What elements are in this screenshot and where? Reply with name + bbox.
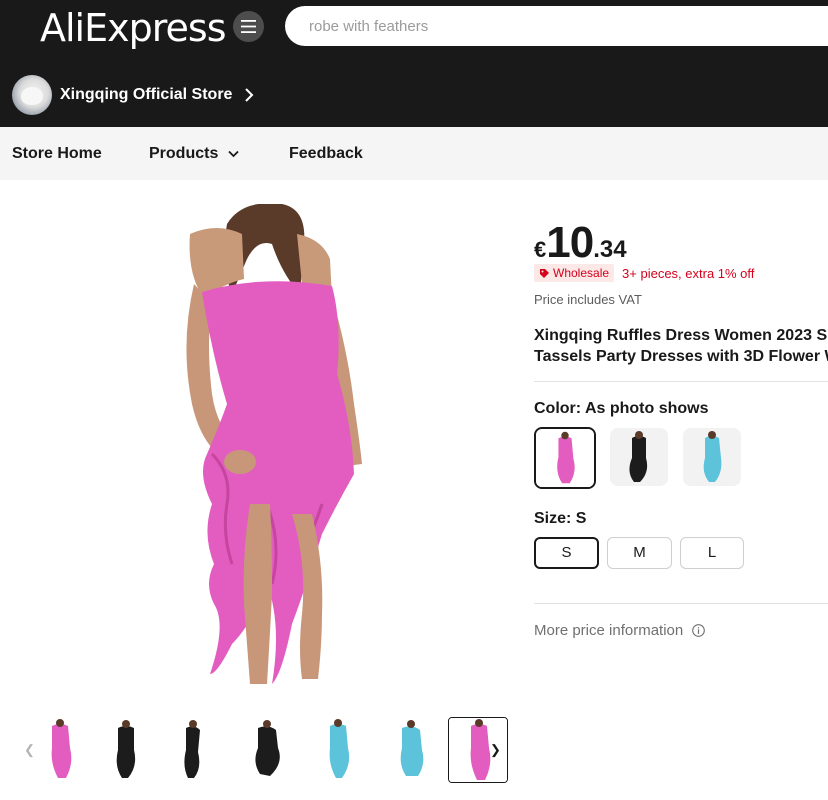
color-option-blue[interactable] (683, 428, 741, 486)
wholesale-row: Wholesale 3+ pieces, extra 1% off (534, 264, 754, 282)
store-nav: Store Home Products Feedback (0, 127, 828, 180)
menu-button[interactable] (233, 11, 264, 42)
nav-store-home[interactable]: Store Home (12, 127, 102, 180)
thumbnail-blue-pose[interactable] (384, 718, 440, 782)
thumbnail-next-arrow[interactable]: ❯ (490, 742, 501, 758)
wholesale-text: 3+ pieces, extra 1% off (622, 265, 755, 281)
thumbnail-black-pose[interactable] (240, 718, 296, 782)
price-integer: 10 (546, 218, 594, 267)
store-name: Xingqing Official Store (60, 86, 233, 103)
store-link[interactable]: Xingqing Official Store (12, 74, 254, 116)
tag-icon (540, 268, 549, 278)
thumbnail-black-side[interactable] (164, 718, 220, 782)
nav-products-label: Products (149, 145, 219, 162)
size-option-s[interactable]: S (534, 537, 599, 569)
nav-feedback[interactable]: Feedback (289, 127, 363, 180)
price-decimal: .34 (593, 236, 627, 263)
color-option-pink[interactable] (534, 427, 596, 489)
product-title-line1: Xingqing Ruffles Dress Women 2023 Sur (534, 327, 828, 344)
product-price: € 10 .34 (534, 218, 627, 267)
more-price-label: More price information (534, 622, 684, 639)
divider (534, 381, 828, 382)
wholesale-badge-label: Wholesale (553, 266, 610, 280)
search-input[interactable] (285, 6, 828, 46)
wholesale-badge[interactable]: Wholesale (534, 264, 615, 282)
info-icon (692, 624, 706, 637)
size-option-m[interactable]: M (607, 537, 672, 569)
size-label: Size: S (534, 510, 587, 527)
vat-note: Price includes VAT (534, 292, 642, 307)
color-option-black[interactable] (610, 428, 668, 486)
hamburger-icon (241, 20, 256, 33)
product-title: Xingqing Ruffles Dress Women 2023 Sur Ta… (534, 325, 828, 367)
product-title-line2: Tassels Party Dresses with 3D Flower W (534, 348, 828, 365)
product-main-image[interactable] (132, 204, 508, 702)
thumbnail-pink-front[interactable] (32, 718, 88, 782)
chevron-down-icon (228, 150, 239, 157)
thumbnail-black-front[interactable] (98, 718, 154, 782)
aliexpress-logo[interactable]: AliExpress (40, 6, 226, 50)
thumbnail-strip: ❮ ❯ (0, 712, 520, 786)
thumbnail-blue-front[interactable] (310, 718, 366, 782)
more-price-info[interactable]: More price information (534, 622, 706, 639)
store-avatar (12, 75, 52, 115)
top-header: AliExpress Xingqing Official Store (0, 0, 828, 127)
divider (534, 603, 828, 604)
nav-products[interactable]: Products (149, 127, 239, 180)
chevron-right-icon (245, 88, 254, 102)
color-label: Color: As photo shows (534, 400, 709, 417)
price-currency: € (534, 237, 547, 262)
size-option-l[interactable]: L (680, 537, 744, 569)
